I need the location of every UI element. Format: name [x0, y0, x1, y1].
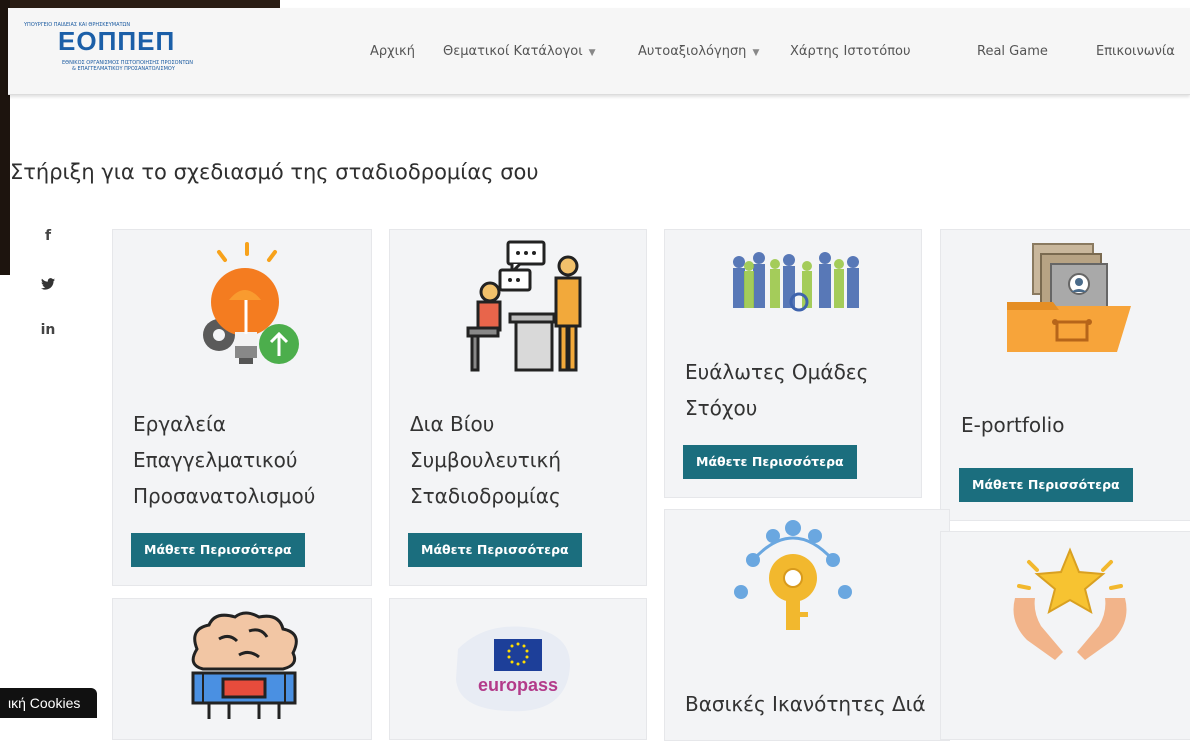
nav-item-contact[interactable]: Επικοινωνία	[1096, 44, 1175, 59]
linkedin-icon: in	[40, 322, 56, 338]
site-logo[interactable]: ΥΠΟΥΡΓΕΙΟ ΠΑΙΔΕΙΑΣ ΚΑΙ ΘΡΗΣΚΕΥΜΑΤΩΝ ΕΟΠΠ…	[22, 22, 193, 78]
twitter-share-button[interactable]	[28, 264, 68, 304]
chevron-down-icon: ▼	[588, 48, 596, 58]
card-title: Εργαλεία Επαγγελματικού Προσανατολισμού	[133, 412, 316, 508]
europass-logo-text: europass	[478, 675, 558, 695]
page-title: Στήριξη για το σχεδιασμό της σταδιοδρομί…	[10, 160, 539, 184]
nav-label: Χάρτης Ιστοτόπου	[790, 44, 911, 59]
logo-wordmark: ΕΟΠΠΕΠ	[58, 26, 176, 56]
nav-item-real-game[interactable]: Real Game	[977, 44, 1048, 59]
nav-item-home[interactable]: Αρχική	[370, 44, 415, 59]
key-network-icon	[734, 520, 852, 630]
card-title: E-portfolio	[961, 413, 1065, 437]
nav-item-sitemap[interactable]: Χάρτης Ιστοτόπου	[790, 44, 911, 59]
brain-chip-icon	[191, 611, 298, 719]
card-vulnerable-target-groups: Ευάλωτες Ομάδες Στόχου Μάθετε Περισσότερ…	[664, 229, 922, 498]
nav-label: Αυτοαξιολόγηση	[638, 44, 747, 59]
card-brain-skills	[112, 598, 372, 740]
facebook-icon: f	[44, 228, 52, 244]
hands-star-icon	[1013, 547, 1127, 660]
twitter-icon	[41, 277, 55, 290]
chevron-down-icon: ▼	[752, 48, 760, 58]
cookie-policy-button[interactable]: ική Cookies	[0, 688, 97, 718]
learn-more-button[interactable]: Μάθετε Περισσότερα	[959, 468, 1133, 502]
nav-label: Αρχική	[370, 44, 415, 59]
background-photo-edge-top	[0, 0, 280, 8]
learn-more-button[interactable]: Μάθετε Περισσότερα	[683, 445, 857, 479]
europass-icon: europass	[456, 626, 570, 712]
nav-label: Θεματικοί Κατάλογοι	[443, 44, 583, 59]
card-title: Βασικές Ικανότητες Διά	[685, 692, 926, 716]
card-basic-skills: Βασικές Ικανότητες Διά	[664, 509, 950, 741]
nav-label: Real Game	[977, 44, 1048, 59]
logo-tagline-2: & ΕΠΑΓΓΕΛΜΑΤΙΚΟΥ ΠΡΟΣΑΝΑΤΟΛΙΣΜΟΥ	[72, 66, 175, 72]
card-title: Δια Βίου Συμβουλευτική Σταδιοδρομίας	[410, 412, 561, 508]
card-europass: europass	[389, 598, 647, 740]
facebook-share-button[interactable]: f	[28, 216, 68, 256]
learn-more-button[interactable]: Μάθετε Περισσότερα	[408, 533, 582, 567]
learn-more-button[interactable]: Μάθετε Περισσότερα	[131, 533, 305, 567]
site-header: ΥΠΟΥΡΓΕΙΟ ΠΑΙΔΕΙΑΣ ΚΑΙ ΘΡΗΣΚΕΥΜΑΤΩΝ ΕΟΠΠ…	[8, 8, 1190, 95]
card-hands-star	[940, 531, 1190, 740]
card-title: Ευάλωτες Ομάδες Στόχου	[685, 360, 869, 420]
lightbulb-gear-icon	[203, 242, 299, 364]
card-lifelong-career-counseling: Δια Βίου Συμβουλευτική Σταδιοδρομίας Μάθ…	[389, 229, 647, 586]
nav-label: Επικοινωνία	[1096, 44, 1175, 59]
card-career-orientation-tools: Εργαλεία Επαγγελματικού Προσανατολισμού …	[112, 229, 372, 586]
counseling-icon	[466, 240, 582, 372]
nav-item-self-assessment[interactable]: Αυτοαξιολόγηση ▼	[638, 44, 759, 59]
people-group-icon	[729, 240, 869, 320]
card-e-portfolio: E-portfolio Μάθετε Περισσότερα	[940, 229, 1190, 521]
nav-item-thematic-catalogs[interactable]: Θεματικοί Κατάλογοι ▼	[443, 44, 596, 59]
linkedin-share-button[interactable]: in	[28, 310, 68, 350]
folder-portfolio-icon	[1007, 243, 1131, 352]
